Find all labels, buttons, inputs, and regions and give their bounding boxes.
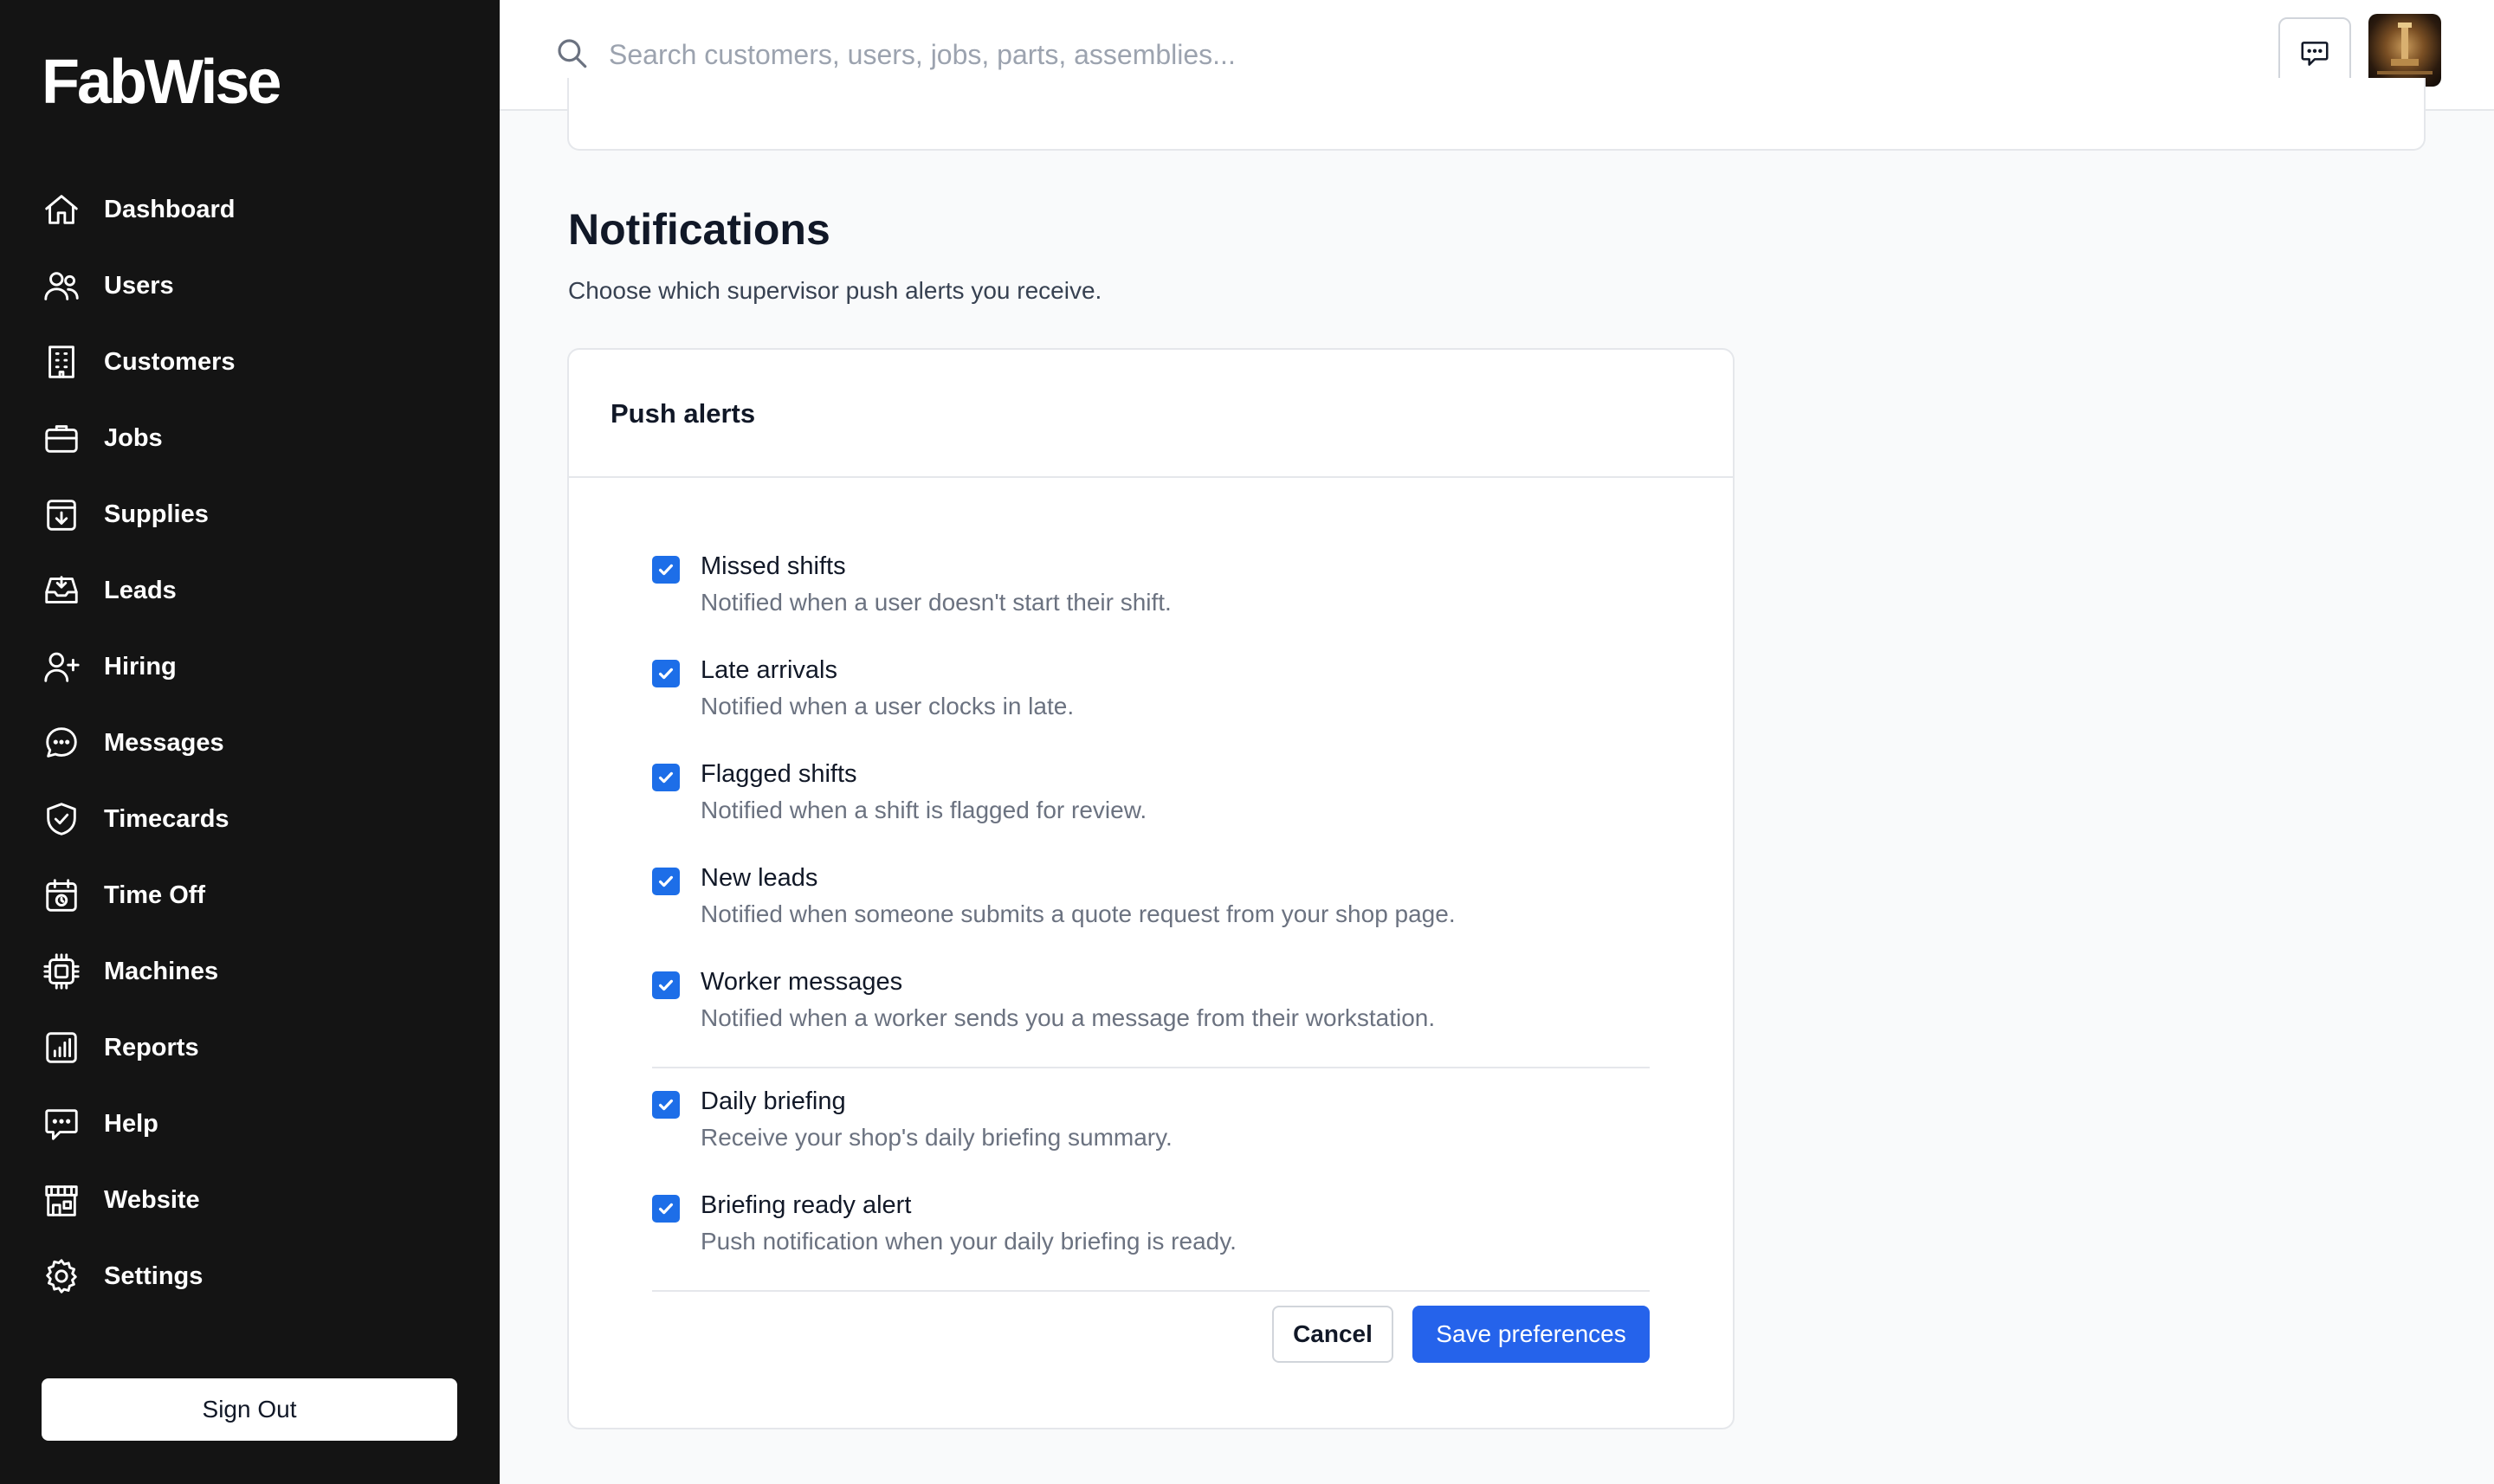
- pref-description: Notified when a user doesn't start their…: [701, 589, 1172, 616]
- check-icon: [658, 771, 674, 784]
- sidebar-item-label: Reports: [104, 1033, 199, 1061]
- sidebar-item-label: Hiring: [104, 652, 177, 681]
- cancel-button[interactable]: Cancel: [1272, 1306, 1393, 1363]
- card-header: Push alerts: [569, 350, 1733, 478]
- pref-description: Push notification when your daily briefi…: [701, 1228, 1237, 1255]
- worker-messages-checkbox[interactable]: [652, 971, 680, 999]
- sidebar: FabWise Dashboard Users Customers Jobs S…: [0, 0, 500, 1484]
- inbox-icon: [45, 576, 78, 603]
- sidebar-item-label: Jobs: [104, 423, 163, 452]
- pref-label: Flagged shifts: [701, 760, 857, 788]
- sidebar-item-jobs[interactable]: Jobs: [42, 412, 457, 464]
- check-icon: [658, 564, 674, 576]
- pref-description: Receive your shop's daily briefing summa…: [701, 1124, 1173, 1151]
- building-icon: [48, 345, 74, 378]
- card-title: Push alerts: [611, 398, 756, 429]
- previous-settings-card: [567, 78, 2426, 151]
- help-chat-icon: [45, 1109, 78, 1140]
- chat-icon: [2301, 42, 2329, 66]
- pref-description: Notified when someone submits a quote re…: [701, 900, 1456, 927]
- app-logo: FabWise: [42, 48, 281, 117]
- pref-label: Worker messages: [701, 968, 903, 996]
- check-icon: [658, 875, 674, 887]
- missed-shifts-checkbox[interactable]: [652, 556, 680, 584]
- avatar-image: [2377, 23, 2433, 74]
- sidebar-item-settings[interactable]: Settings: [42, 1250, 457, 1302]
- sidebar-item-users[interactable]: Users: [42, 260, 457, 312]
- section-divider: [652, 1067, 1650, 1068]
- flagged-shifts-checkbox[interactable]: [652, 764, 680, 791]
- page-title: Notifications: [568, 205, 830, 254]
- pref-label: Missed shifts: [701, 552, 846, 580]
- push-alerts-card: Push alerts Missed shifts Notified when …: [567, 348, 1735, 1429]
- calendar-clock-icon: [46, 879, 77, 912]
- pref-description: Notified when a shift is flagged for rev…: [701, 797, 1147, 823]
- check-icon: [658, 979, 674, 991]
- sidebar-item-dashboard[interactable]: Dashboard: [42, 184, 457, 236]
- sidebar-item-messages[interactable]: Messages: [42, 717, 457, 769]
- sidebar-item-timecards[interactable]: Timecards: [42, 793, 457, 845]
- save-preferences-button[interactable]: Save preferences: [1412, 1306, 1650, 1363]
- sidebar-item-reports[interactable]: Reports: [42, 1022, 457, 1074]
- sidebar-item-hiring[interactable]: Hiring: [42, 641, 457, 693]
- pref-label: Briefing ready alert: [701, 1191, 912, 1219]
- actions-divider: [652, 1290, 1650, 1292]
- search-icon: [558, 39, 587, 68]
- sidebar-item-label: Website: [104, 1185, 200, 1214]
- late-arrivals-checkbox[interactable]: [652, 660, 680, 687]
- sidebar-item-machines[interactable]: Machines: [42, 945, 457, 997]
- chat-bubble-icon: [46, 727, 77, 758]
- users-icon: [44, 272, 79, 300]
- sidebar-item-customers[interactable]: Customers: [42, 336, 457, 388]
- pref-description: Notified when a user clocks in late.: [701, 693, 1075, 719]
- user-avatar[interactable]: [2368, 14, 2441, 87]
- sidebar-item-leads[interactable]: Leads: [42, 565, 457, 616]
- pref-description: Notified when a worker sends you a messa…: [701, 1004, 1436, 1031]
- shield-check-icon: [47, 803, 76, 836]
- sidebar-item-label: Supplies: [104, 500, 209, 528]
- pref-label: New leads: [701, 864, 818, 892]
- briefcase-icon: [45, 425, 78, 453]
- sidebar-item-label: Customers: [104, 347, 236, 376]
- storefront-icon: [45, 1185, 78, 1216]
- sidebar-item-label: Dashboard: [104, 195, 236, 223]
- page-subtitle: Choose which supervisor push alerts you …: [568, 277, 1102, 304]
- sidebar-item-website[interactable]: Website: [42, 1174, 457, 1226]
- sign-out-button[interactable]: Sign Out: [42, 1378, 457, 1441]
- home-icon: [45, 195, 78, 224]
- check-icon: [658, 1203, 674, 1215]
- package-download-icon: [47, 500, 76, 531]
- daily-briefing-checkbox[interactable]: [652, 1091, 680, 1119]
- sidebar-item-label: Settings: [104, 1261, 204, 1290]
- sidebar-item-label: Timecards: [104, 804, 229, 833]
- pref-label: Late arrivals: [701, 656, 837, 684]
- new-leads-checkbox[interactable]: [652, 868, 680, 895]
- sidebar-item-supplies[interactable]: Supplies: [42, 488, 457, 540]
- search-input[interactable]: [609, 26, 1821, 83]
- check-icon: [658, 668, 674, 680]
- pref-label: Daily briefing: [701, 1087, 846, 1115]
- cpu-icon: [43, 953, 80, 990]
- bar-chart-icon: [46, 1032, 77, 1063]
- sidebar-item-label: Users: [104, 271, 174, 300]
- sidebar-item-help[interactable]: Help: [42, 1098, 457, 1150]
- sidebar-item-label: Time Off: [104, 881, 206, 909]
- sidebar-item-time-off[interactable]: Time Off: [42, 869, 457, 921]
- sidebar-item-label: Leads: [104, 576, 177, 604]
- sidebar-item-label: Messages: [104, 728, 224, 757]
- sidebar-item-label: Help: [104, 1109, 158, 1138]
- briefing-ready-alert-checkbox[interactable]: [652, 1195, 680, 1223]
- gear-icon: [46, 1259, 77, 1294]
- user-plus-icon: [44, 652, 80, 682]
- check-icon: [658, 1099, 674, 1111]
- sidebar-item-label: Machines: [104, 957, 219, 985]
